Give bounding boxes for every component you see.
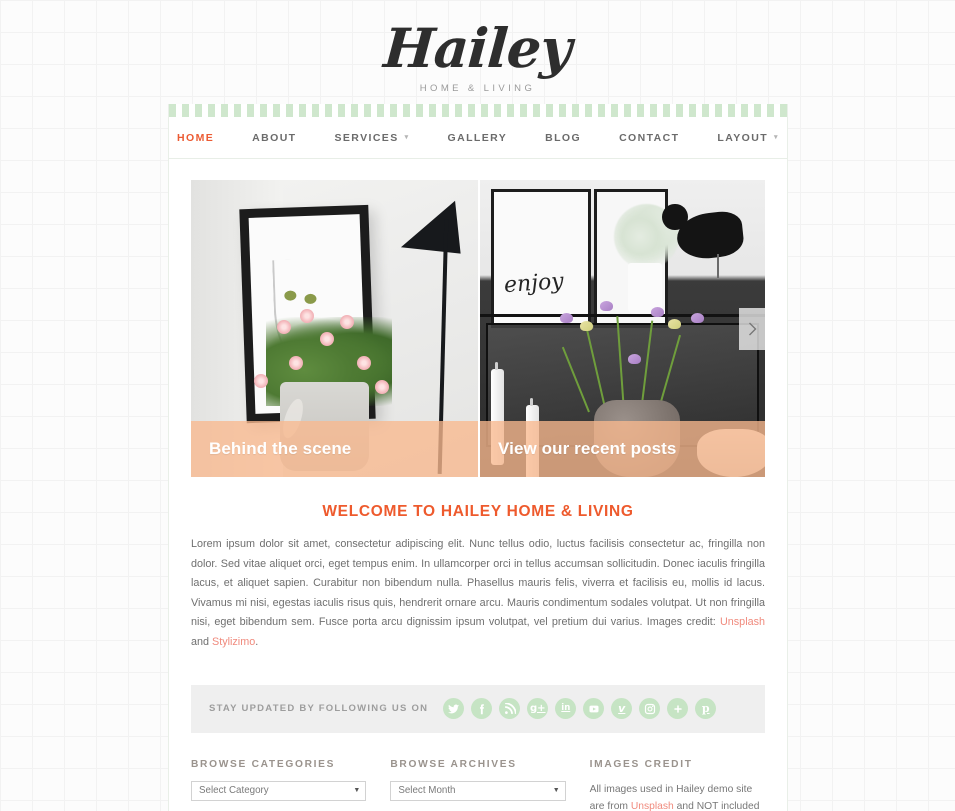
welcome-section: WELCOME TO HAILEY HOME & LIVING Lorem ip… — [169, 477, 787, 653]
freesia-flower — [599, 300, 613, 311]
unsplash-link[interactable]: Unsplash — [631, 801, 674, 811]
twitter-icon[interactable] — [443, 698, 465, 720]
welcome-text: Lorem ipsum dolor sit amet, consectetur … — [191, 538, 765, 629]
rss-icon[interactable] — [499, 698, 521, 720]
widget-title: IMAGES CREDIT — [589, 758, 693, 770]
site-header: Hailey HOME & LIVING — [0, 0, 955, 104]
floor-lamp-shade — [395, 194, 461, 254]
freesia-flower — [579, 321, 593, 332]
flower-bloom — [340, 314, 355, 329]
slide-recent-posts[interactable]: enjoy View our recent posts — [478, 180, 765, 477]
site-tagline: HOME & LIVING — [419, 82, 536, 94]
slide-caption[interactable]: Behind the scene — [191, 421, 478, 477]
unsplash-link[interactable]: Unsplash — [720, 616, 765, 628]
nav-item-gallery[interactable]: GALLERY — [429, 132, 527, 144]
select-value: Select Month — [398, 785, 456, 797]
slider-next-arrow-icon[interactable] — [739, 307, 765, 350]
vimeo-icon[interactable]: v — [611, 698, 633, 720]
cabinet-top-edge — [480, 313, 765, 317]
linkedin-icon[interactable]: in — [555, 698, 577, 720]
nav-label: CONTACT — [619, 131, 680, 144]
instagram-icon[interactable] — [639, 698, 661, 720]
site-logo[interactable]: Hailey — [382, 16, 573, 80]
widget-browse-archives: BROWSE ARCHIVES Select Month ▼ — [390, 758, 566, 811]
freesia-flower — [628, 354, 642, 365]
nav-label: HOME — [177, 131, 215, 144]
nav-label: SERVICES — [334, 131, 399, 144]
slide-behind-the-scene[interactable]: Behind the scene — [191, 180, 478, 477]
stylizimo-link[interactable]: Stylizimo — [212, 636, 255, 648]
widget-images-credit: IMAGES CREDIT All images used in Hailey … — [590, 759, 765, 811]
nav-item-blog[interactable]: BLOG — [526, 132, 600, 144]
main-navigation: HOME ABOUT SERVICES ▾ GALLERY BLOG CONTA… — [169, 117, 787, 159]
nav-label: BLOG — [545, 131, 582, 144]
archive-select[interactable]: Select Month ▼ — [390, 780, 566, 801]
bird-figurine-legs — [717, 254, 720, 279]
nav-item-contact[interactable]: CONTACT — [600, 132, 698, 144]
flower-bloom — [288, 356, 303, 371]
select-value: Select Category — [199, 785, 269, 797]
chevron-down-icon: ▾ — [774, 134, 779, 141]
nav-item-services[interactable]: SERVICES ▾ — [316, 132, 429, 144]
nav-label: ABOUT — [252, 131, 297, 144]
category-select[interactable]: Select Category ▼ — [191, 780, 367, 801]
framed-art-calligraphy: enjoy — [491, 188, 592, 329]
social-icons-list: g+ in v p — [443, 698, 717, 720]
page-title: WELCOME TO HAILEY HOME & LIVING — [322, 503, 634, 520]
social-bar-label: STAY UPDATED BY FOLLOWING US ON — [209, 703, 429, 715]
slide-caption[interactable]: View our recent posts — [480, 421, 765, 477]
freesia-flower — [651, 306, 664, 317]
flower-bloom — [254, 373, 269, 388]
chevron-down-icon: ▾ — [404, 134, 410, 141]
slide-caption-text: Behind the scene — [209, 439, 352, 458]
social-follow-bar: STAY UPDATED BY FOLLOWING US ON g+ in v — [191, 684, 765, 733]
credit-paragraph: All images used in Hailey demo site are … — [590, 781, 765, 811]
widget-title: BROWSE ARCHIVES — [390, 758, 517, 770]
freesia-flower — [668, 318, 682, 329]
calligraphy-text: enjoy — [502, 269, 565, 299]
nav-item-layout[interactable]: LAYOUT ▾ — [698, 132, 798, 144]
chevron-down-icon: ▼ — [552, 787, 560, 795]
nav-label: LAYOUT — [717, 131, 769, 144]
youtube-icon[interactable] — [583, 698, 605, 720]
nav-label: GALLERY — [447, 131, 508, 144]
widget-title: BROWSE CATEGORIES — [191, 758, 336, 770]
featured-slider: Behind the scene enjoy View our recent p… — [191, 180, 765, 477]
nav-item-about[interactable]: ABOUT — [233, 132, 315, 144]
page-container: HOME ABOUT SERVICES ▾ GALLERY BLOG CONTA… — [168, 104, 788, 811]
flower-bloom — [374, 379, 389, 394]
slide-caption-text: View our recent posts — [498, 439, 677, 458]
welcome-period: . — [255, 635, 259, 648]
welcome-conjunction: and — [191, 635, 213, 648]
widget-browse-categories: BROWSE CATEGORIES Select Category ▼ — [191, 758, 367, 811]
pinterest-icon[interactable]: p — [695, 698, 717, 720]
plus-icon[interactable] — [667, 698, 689, 720]
footer-widgets: BROWSE CATEGORIES Select Category ▼ BROW… — [169, 733, 787, 811]
freesia-flower — [690, 312, 704, 323]
striped-top-border — [169, 104, 787, 117]
facebook-icon[interactable] — [471, 698, 493, 720]
googleplus-icon[interactable]: g+ — [527, 698, 549, 720]
welcome-paragraph: Lorem ipsum dolor sit amet, consectetur … — [191, 535, 765, 653]
flower-bloom — [300, 308, 315, 323]
nav-item-home[interactable]: HOME — [158, 132, 233, 144]
nav-list: HOME ABOUT SERVICES ▾ GALLERY BLOG CONTA… — [158, 132, 798, 144]
freesia-flower — [559, 312, 573, 323]
chevron-down-icon: ▼ — [353, 787, 361, 795]
